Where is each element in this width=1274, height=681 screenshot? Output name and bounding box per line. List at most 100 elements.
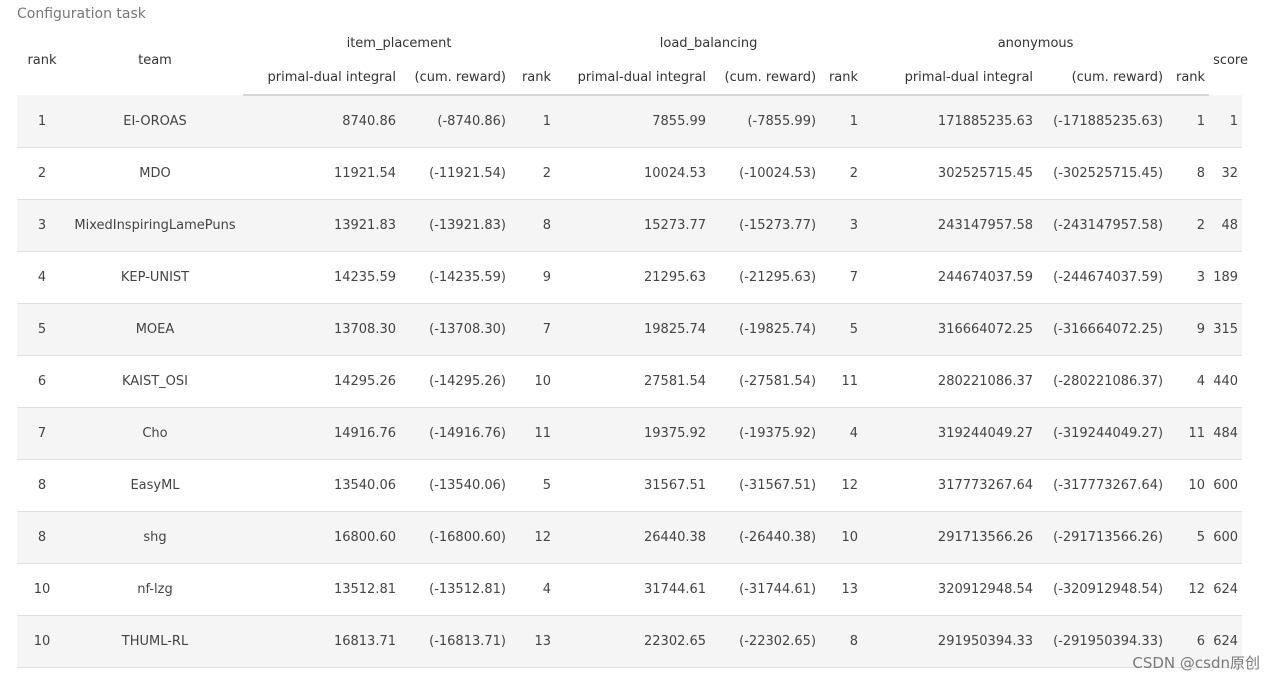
cell-score: 440 — [1209, 355, 1243, 408]
cell-an-integral: 316664072.25 — [862, 303, 1038, 356]
cell-lb-integral: 22302.65 — [555, 615, 711, 668]
cell-lb-rank: 11 — [820, 355, 863, 408]
cell-lb-rank: 8 — [820, 615, 863, 668]
cell-team: MDO — [67, 147, 243, 200]
cell-rank: 5 — [17, 303, 67, 356]
cell-rank: 3 — [17, 199, 67, 252]
table-row[interactable]: 5 MOEA 13708.30 (-13708.30) 7 19825.74 (-19825… — [17, 303, 1243, 356]
cell-rank: 8 — [17, 459, 67, 512]
header-ip-rank[interactable]: rank — [510, 60, 556, 96]
cell-ip-rank: 5 — [510, 459, 556, 512]
cell-an-cum: (-302525715.45) — [1037, 147, 1168, 200]
cell-ip-integral: 8740.86 — [243, 95, 400, 148]
header-rank[interactable]: rank — [17, 26, 67, 95]
cell-an-integral: 244674037.59 — [862, 251, 1038, 304]
cell-an-cum: (-171885235.63) — [1037, 95, 1168, 148]
cell-lb-integral: 15273.77 — [555, 199, 711, 252]
table-row[interactable]: 3 MixedInspiringLamePuns 13921.83 (-13921.8… — [17, 199, 1243, 252]
table-row[interactable]: 6 KAIST_OSI 14295.26 (-14295.26) 10 27581.54(… — [17, 355, 1243, 408]
cell-an-integral: 317773267.64 — [862, 459, 1038, 512]
cell-an-rank: 10 — [1167, 459, 1210, 512]
cell-lb-rank: 10 — [820, 511, 863, 564]
cell-lb-rank: 2 — [820, 147, 863, 200]
header-ip-cum[interactable]: (cum. reward) — [400, 60, 510, 96]
cell-rank: 10 — [17, 615, 67, 668]
cell-ip-rank: 1 — [510, 95, 556, 148]
cell-team: nf-lzg — [67, 563, 243, 616]
cell-ip-integral: 16813.71 — [243, 615, 400, 668]
cell-lb-cum: (-19375.92) — [710, 407, 821, 460]
cell-an-cum: (-316664072.25) — [1037, 303, 1168, 356]
cell-rank: 1 — [17, 95, 67, 148]
table-row[interactable]: 8 EasyML 13540.06 (-13540.06) 5 31567.51 (-315… — [17, 459, 1243, 512]
cell-an-integral: 243147957.58 — [862, 199, 1038, 252]
table-row[interactable]: 1 EI-OROAS 8740.86 (-8740.86) 1 7855.99 (-7855… — [17, 95, 1243, 148]
cell-lb-integral: 10024.53 — [555, 147, 711, 200]
cell-ip-rank: 2 — [510, 147, 556, 200]
cell-team: KEP-UNIST — [67, 251, 243, 304]
cell-an-rank: 11 — [1167, 407, 1210, 460]
cell-an-cum: (-320912948.54) — [1037, 563, 1168, 616]
cell-lb-integral: 7855.99 — [555, 95, 711, 148]
cell-an-integral: 291950394.33 — [862, 615, 1038, 668]
cell-ip-cum: (-13512.81) — [400, 563, 510, 616]
cell-score: 1 — [1209, 95, 1243, 148]
table-row[interactable]: 10 THUML-RL 16813.71 (-16813.71) 13 22302.65(… — [17, 615, 1243, 668]
cell-rank: 4 — [17, 251, 67, 304]
header-team[interactable]: team — [67, 26, 243, 95]
header-lb-integral[interactable]: primal-dual integral — [555, 60, 711, 96]
table-row[interactable]: 8 shg 16800.60 (-16800.60) 12 26440.38 (-26440… — [17, 511, 1243, 564]
cell-an-cum: (-319244049.27) — [1037, 407, 1168, 460]
header-ip-integral[interactable]: primal-dual integral — [243, 60, 400, 96]
cell-ip-cum: (-14235.59) — [400, 251, 510, 304]
cell-lb-rank: 4 — [820, 407, 863, 460]
cell-team: Cho — [67, 407, 243, 460]
cell-an-cum: (-280221086.37) — [1037, 355, 1168, 408]
table-row[interactable]: 2 MDO 11921.54 (-11921.54) 2 10024.53 (-10024.… — [17, 147, 1243, 200]
cell-lb-rank: 1 — [820, 95, 863, 148]
cell-ip-integral: 13921.83 — [243, 199, 400, 252]
cell-ip-cum: (-11921.54) — [400, 147, 510, 200]
cell-ip-integral: 13708.30 — [243, 303, 400, 356]
cell-team: shg — [67, 511, 243, 564]
cell-an-cum: (-243147957.58) — [1037, 199, 1168, 252]
cell-an-cum: (-317773267.64) — [1037, 459, 1168, 512]
cell-an-integral: 302525715.45 — [862, 147, 1038, 200]
cell-ip-integral: 14916.76 — [243, 407, 400, 460]
cell-team: THUML-RL — [67, 615, 243, 668]
cell-ip-integral: 14295.26 — [243, 355, 400, 408]
cell-ip-rank: 10 — [510, 355, 556, 408]
cell-lb-rank: 7 — [820, 251, 863, 304]
cell-team: EI-OROAS — [67, 95, 243, 148]
header-an-cum[interactable]: (cum. reward) — [1037, 60, 1168, 96]
cell-lb-cum: (-31744.61) — [710, 563, 821, 616]
table-row[interactable]: 4 KEP-UNIST 14235.59 (-14235.59) 9 21295.63 (-… — [17, 251, 1243, 304]
cell-ip-rank: 7 — [510, 303, 556, 356]
cell-ip-integral: 13512.81 — [243, 563, 400, 616]
header-an-integral[interactable]: primal-dual integral — [862, 60, 1038, 96]
header-score[interactable]: score — [1209, 26, 1248, 95]
cell-lb-integral: 31744.61 — [555, 563, 711, 616]
cell-lb-rank: 13 — [820, 563, 863, 616]
cell-ip-cum: (-8740.86) — [400, 95, 510, 148]
table-row[interactable]: 7 Cho 14916.76 (-14916.76) 11 19375.92 (-19375… — [17, 407, 1243, 460]
cell-ip-cum: (-16800.60) — [400, 511, 510, 564]
cell-ip-integral: 14235.59 — [243, 251, 400, 304]
cell-ip-rank: 12 — [510, 511, 556, 564]
header-an-rank[interactable]: rank — [1167, 60, 1210, 96]
cell-lb-cum: (-19825.74) — [710, 303, 821, 356]
cell-ip-integral: 11921.54 — [243, 147, 400, 200]
header-lb-rank[interactable]: rank — [820, 60, 863, 96]
cell-lb-rank: 5 — [820, 303, 863, 356]
cell-score: 315 — [1209, 303, 1243, 356]
cell-score: 48 — [1209, 199, 1243, 252]
cell-lb-integral: 27581.54 — [555, 355, 711, 408]
header-lb-cum[interactable]: (cum. reward) — [710, 60, 821, 96]
cell-an-rank: 3 — [1167, 251, 1210, 304]
cell-team: MOEA — [67, 303, 243, 356]
cell-an-integral: 280221086.37 — [862, 355, 1038, 408]
cell-ip-cum: (-13540.06) — [400, 459, 510, 512]
cell-an-integral: 291713566.26 — [862, 511, 1038, 564]
cell-ip-cum: (-14916.76) — [400, 407, 510, 460]
table-row[interactable]: 10 nf-lzg 13512.81 (-13512.81) 4 31744.61 (-31… — [17, 563, 1243, 616]
